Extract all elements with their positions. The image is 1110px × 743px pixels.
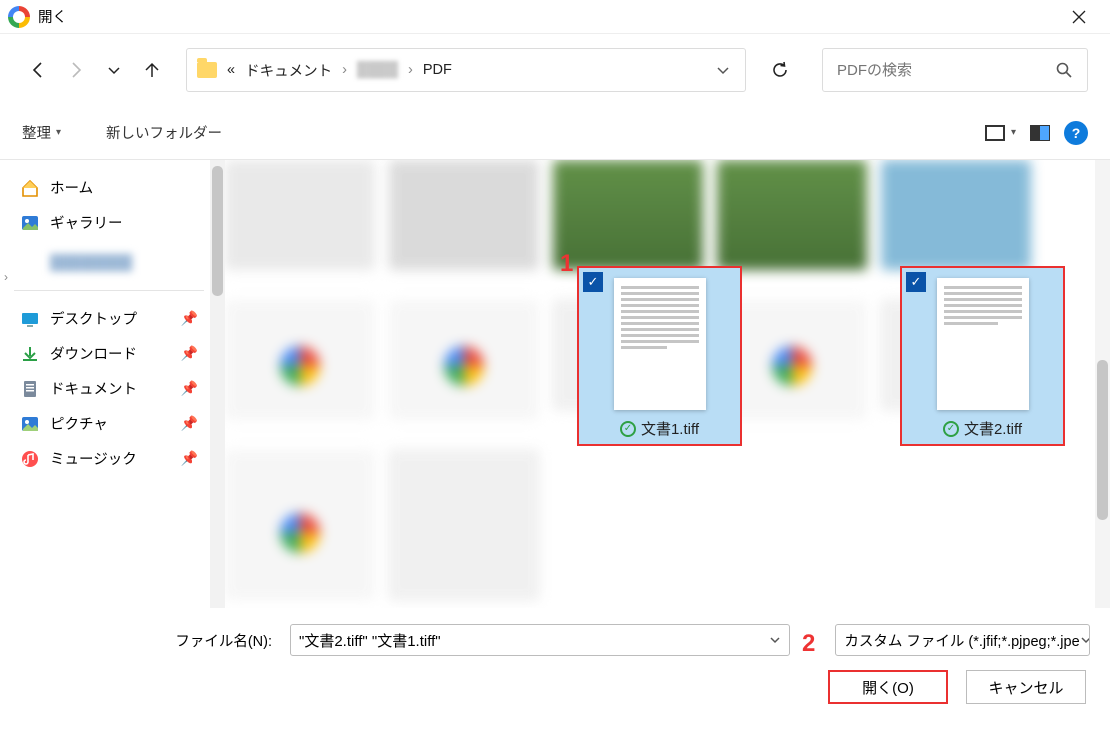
breadcrumb-item-redacted[interactable]: ████ — [357, 62, 398, 78]
window-title: 開く — [38, 6, 67, 27]
sync-ok-icon: ✓ — [943, 421, 959, 437]
chrome-app-icon — [8, 6, 30, 28]
download-icon — [20, 344, 40, 364]
breadcrumb-marker: « — [227, 62, 235, 78]
view-square-icon — [985, 125, 1005, 141]
chevron-down-icon: ▾ — [56, 127, 61, 138]
sidebar-item-label: ギャラリー — [50, 212, 123, 233]
sidebar-item-downloads[interactable]: ダウンロード 📌 — [14, 336, 204, 371]
bottom-panel: ファイル名(N): 2 カスタム ファイル (*.jfif;*.pjpeg;*.… — [0, 608, 1110, 704]
checkbox-checked-icon[interactable]: ✓ — [906, 272, 926, 292]
close-button[interactable] — [1056, 0, 1102, 34]
sidebar-item-label: ドキュメント — [50, 378, 137, 399]
file-tile-selected[interactable]: ✓ ✓ 文書2.tiff — [900, 266, 1065, 446]
view-mode-button[interactable]: ▾ — [985, 125, 1016, 141]
sidebar-item-label: デスクトップ — [50, 308, 137, 329]
checkbox-checked-icon[interactable]: ✓ — [583, 272, 603, 292]
file-scrollbar[interactable] — [1095, 160, 1110, 608]
file-tile-selected[interactable]: ✓ ✓ 文書1.tiff — [577, 266, 742, 446]
sidebar-item-label: ホーム — [50, 177, 93, 198]
chevron-down-icon[interactable] — [769, 634, 781, 646]
sidebar-scroll-thumb[interactable] — [212, 166, 223, 296]
file-list[interactable]: 1 ✓ ✓ 文書1.tiff ✓ ✓ 文書2.tiff — [225, 160, 1110, 608]
file-name: 文書2.tiff — [964, 418, 1022, 439]
pin-icon: 📌 — [181, 380, 198, 397]
filetype-label: カスタム ファイル (*.jfif;*.pjpeg;*.jpe — [844, 630, 1079, 651]
filename-label: ファイル名(N): — [20, 630, 280, 651]
filename-input[interactable] — [299, 632, 769, 649]
home-icon — [20, 178, 40, 198]
pin-icon: 📌 — [181, 415, 198, 432]
new-folder-button[interactable]: 新しいフォルダー — [106, 122, 222, 143]
preview-pane-button[interactable] — [1030, 125, 1050, 141]
organize-menu[interactable]: 整理 ▾ — [22, 122, 61, 143]
search-icon[interactable] — [1055, 61, 1073, 79]
search-box[interactable] — [822, 48, 1088, 92]
filetype-combobox[interactable]: カスタム ファイル (*.jfif;*.pjpeg;*.jpe — [835, 624, 1090, 656]
music-icon — [20, 449, 40, 469]
title-bar: 開く — [0, 0, 1110, 34]
open-button[interactable]: 開く(O) — [828, 670, 948, 704]
pin-icon: 📌 — [181, 450, 198, 467]
back-button[interactable] — [22, 54, 54, 86]
recent-dropdown[interactable] — [98, 54, 130, 86]
breadcrumb-item[interactable]: PDF — [423, 62, 452, 78]
sidebar-item-documents[interactable]: ドキュメント 📌 — [14, 371, 204, 406]
navigation-row: « ドキュメント › ████ › PDF — [0, 34, 1110, 106]
sidebar: ホーム ギャラリー › ████████ デスクトップ 📌 ダウンロード 📌 ド… — [0, 160, 210, 608]
sidebar-item-pictures[interactable]: ピクチャ 📌 — [14, 406, 204, 441]
file-scroll-thumb[interactable] — [1097, 360, 1108, 520]
pictures-icon — [20, 414, 40, 434]
sidebar-item-gallery[interactable]: ギャラリー — [14, 205, 204, 240]
gallery-icon — [20, 213, 40, 233]
pin-icon: 📌 — [181, 345, 198, 362]
cancel-button[interactable]: キャンセル — [966, 670, 1086, 704]
sidebar-item-label: ミュージック — [50, 448, 137, 469]
toolbar: 整理 ▾ 新しいフォルダー ▾ ? — [0, 106, 1110, 160]
desktop-icon — [20, 309, 40, 329]
sidebar-item-label: ピクチャ — [50, 413, 108, 434]
forward-button[interactable] — [60, 54, 92, 86]
sidebar-item-music[interactable]: ミュージック 📌 — [14, 441, 204, 476]
chevron-down-icon[interactable] — [1080, 634, 1090, 646]
file-thumbnail — [937, 278, 1029, 410]
sidebar-item-desktop[interactable]: デスクトップ 📌 — [14, 301, 204, 336]
up-button[interactable] — [136, 54, 168, 86]
file-name-row: ✓ 文書2.tiff — [943, 418, 1022, 439]
sidebar-scrollbar[interactable] — [210, 160, 225, 608]
documents-icon — [20, 379, 40, 399]
chevron-right-icon: › — [342, 62, 347, 78]
file-name-row: ✓ 文書1.tiff — [620, 418, 699, 439]
sidebar-item-cloud-redacted[interactable]: ████████ — [14, 246, 204, 280]
refresh-button[interactable] — [762, 48, 798, 92]
file-name: 文書1.tiff — [641, 418, 699, 439]
organize-label: 整理 — [22, 122, 51, 143]
cloud-icon — [20, 253, 40, 273]
expand-chevron-icon[interactable]: › — [4, 270, 8, 284]
file-thumbnail — [614, 278, 706, 410]
filename-combobox[interactable] — [290, 624, 790, 656]
pin-icon: 📌 — [181, 310, 198, 327]
sidebar-item-home[interactable]: ホーム — [14, 170, 204, 205]
address-dropdown[interactable] — [711, 49, 735, 91]
chevron-right-icon: › — [408, 62, 413, 78]
annotation-2: 2 — [802, 630, 815, 658]
breadcrumb-item[interactable]: ドキュメント — [245, 60, 332, 81]
search-input[interactable] — [837, 62, 1055, 79]
chevron-down-icon: ▾ — [1011, 127, 1016, 138]
help-button[interactable]: ? — [1064, 121, 1088, 145]
folder-icon — [197, 62, 217, 78]
sync-ok-icon: ✓ — [620, 421, 636, 437]
address-bar[interactable]: « ドキュメント › ████ › PDF — [186, 48, 746, 92]
main-area: ホーム ギャラリー › ████████ デスクトップ 📌 ダウンロード 📌 ド… — [0, 160, 1110, 608]
annotation-1: 1 — [560, 250, 573, 278]
sidebar-separator — [14, 290, 204, 291]
sidebar-item-label: ダウンロード — [50, 343, 137, 364]
